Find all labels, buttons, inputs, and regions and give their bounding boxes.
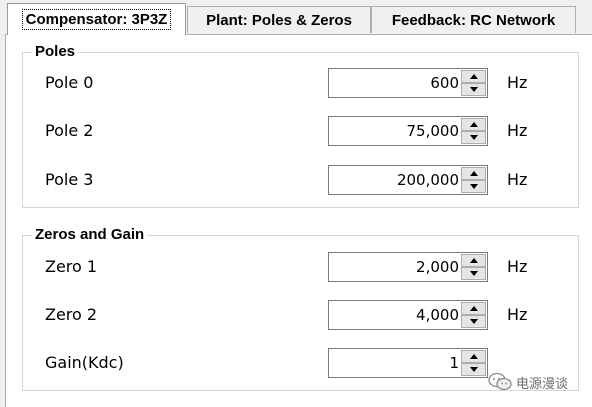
arrow-down-icon — [469, 367, 478, 372]
arrow-down-icon — [469, 271, 478, 276]
watermark: 电源漫谈 — [488, 370, 568, 394]
tab-compensator-3p3z[interactable]: Compensator: 3P3Z — [7, 3, 186, 35]
arrow-down-icon — [469, 184, 478, 189]
spin-up-button[interactable] — [461, 118, 486, 131]
zeros-gain-group: Zeros and Gain Zero 1 2,000 Hz Zero 2 4,… — [22, 226, 579, 391]
poles-group: Poles Pole 0 600 Hz Pole 2 75,000 Hz Pol… — [22, 43, 579, 208]
pole-2-unit: Hz — [507, 121, 528, 140]
pole-0-value[interactable]: 600 — [331, 73, 459, 93]
tab-plant-poles-zeros[interactable]: Plant: Poles & Zeros — [187, 6, 371, 33]
zero-2-label: Zero 2 — [45, 305, 98, 324]
zero-1-label: Zero 1 — [45, 257, 98, 276]
zero-2-row: Zero 2 4,000 Hz — [23, 300, 578, 330]
tab-strip: Compensator: 3P3Z Plant: Poles & Zeros F… — [0, 0, 592, 36]
pole-0-spin-buttons — [461, 70, 486, 96]
pole-0-unit: Hz — [507, 73, 528, 92]
zero-2-unit: Hz — [507, 305, 528, 324]
spin-down-button[interactable] — [461, 315, 486, 328]
arrow-up-icon — [469, 258, 478, 263]
zero-2-value[interactable]: 4,000 — [331, 305, 459, 325]
zero-1-spin-buttons — [461, 254, 486, 280]
wechat-icon — [488, 372, 512, 391]
pole-0-row: Pole 0 600 Hz — [23, 68, 578, 98]
pole-3-unit: Hz — [507, 170, 528, 189]
zeros-gain-group-title: Zeros and Gain — [32, 226, 148, 244]
spin-down-button[interactable] — [461, 180, 486, 193]
pole-2-label: Pole 2 — [45, 121, 94, 140]
arrow-down-icon — [469, 319, 478, 324]
gain-kdc-spinbox[interactable]: 1 — [328, 348, 488, 378]
pole-0-spinbox[interactable]: 600 — [328, 68, 488, 98]
spin-up-button[interactable] — [461, 254, 486, 267]
pole-3-spin-buttons — [461, 167, 486, 193]
spin-down-button[interactable] — [461, 83, 486, 96]
zero-2-spin-buttons — [461, 302, 486, 328]
spin-up-button[interactable] — [461, 350, 486, 363]
arrow-up-icon — [469, 122, 478, 127]
spin-down-button[interactable] — [461, 267, 486, 280]
pole-3-row: Pole 3 200,000 Hz — [23, 165, 578, 195]
zero-2-spinbox[interactable]: 4,000 — [328, 300, 488, 330]
zero-1-value[interactable]: 2,000 — [331, 257, 459, 277]
spin-up-button[interactable] — [461, 302, 486, 315]
arrow-up-icon — [469, 74, 478, 79]
pole-3-spinbox[interactable]: 200,000 — [328, 165, 488, 195]
pole-2-spinbox[interactable]: 75,000 — [328, 116, 488, 146]
pole-3-label: Pole 3 — [45, 170, 94, 189]
tab-feedback-rc-network[interactable]: Feedback: RC Network — [371, 6, 576, 33]
tab-label: Plant: Poles & Zeros — [206, 11, 352, 29]
gain-kdc-value[interactable]: 1 — [331, 353, 459, 373]
watermark-text: 电源漫谈 — [516, 376, 569, 392]
arrow-down-icon — [469, 87, 478, 92]
zero-1-row: Zero 1 2,000 Hz — [23, 252, 578, 282]
tab-label: Feedback: RC Network — [391, 11, 556, 29]
poles-group-title: Poles — [32, 43, 79, 61]
spin-down-button[interactable] — [461, 131, 486, 144]
gain-kdc-label: Gain(Kdc) — [45, 353, 124, 372]
pole-2-value[interactable]: 75,000 — [331, 121, 460, 141]
arrow-up-icon — [469, 306, 478, 311]
zero-1-unit: Hz — [507, 257, 528, 276]
spin-up-button[interactable] — [461, 70, 486, 83]
pole-2-row: Pole 2 75,000 Hz — [23, 116, 578, 146]
arrow-up-icon — [469, 171, 478, 176]
pole-2-spin-buttons — [461, 118, 486, 144]
tab-label: Compensator: 3P3Z — [21, 9, 172, 30]
pole-0-label: Pole 0 — [45, 73, 94, 92]
arrow-up-icon — [469, 354, 478, 359]
arrow-down-icon — [469, 135, 478, 140]
spin-down-button[interactable] — [461, 363, 486, 376]
gain-kdc-spin-buttons — [461, 350, 486, 376]
zero-1-spinbox[interactable]: 2,000 — [328, 252, 488, 282]
spin-up-button[interactable] — [461, 167, 486, 180]
pole-3-value[interactable]: 200,000 — [331, 170, 459, 190]
